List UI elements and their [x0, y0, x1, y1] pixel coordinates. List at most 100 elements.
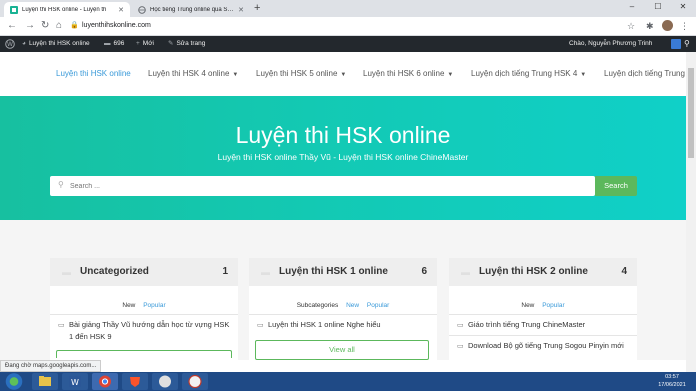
menu-item-hsk5[interactable]: Luyện thi HSK 5 online ▼ — [256, 69, 346, 78]
menu-label: Luyện thi HSK 5 online — [256, 69, 338, 78]
wordpress-logo-icon[interactable]: W — [5, 36, 15, 52]
word-icon[interactable]: W — [62, 373, 88, 390]
menu-item-luyen-thi-hsk-online[interactable]: Luyện thi HSK online — [56, 69, 131, 78]
app-icon[interactable] — [152, 373, 178, 390]
card-title[interactable]: Uncategorized — [80, 266, 149, 277]
comments-count: 696 — [113, 40, 125, 47]
category-grid: ▬ Uncategorized 1 New Popular ▭ Bài giản… — [0, 220, 686, 368]
tab-close-icon[interactable]: ✕ — [118, 6, 124, 14]
new-tab-button[interactable]: + — [254, 3, 260, 14]
search-input[interactable] — [70, 179, 570, 193]
page-scrollbar[interactable] — [686, 52, 696, 372]
wp-site-link[interactable]: ◕ Luyện thi HSK online — [22, 36, 90, 52]
chevron-down-icon: ▼ — [580, 72, 587, 78]
view-all-button[interactable]: View all — [255, 340, 429, 360]
tab-popular[interactable]: Popular — [143, 302, 165, 309]
reload-icon[interactable]: ↻ — [41, 19, 49, 33]
list-item[interactable]: ▭ Luyện thi HSK 1 online Nghe hiểu — [257, 319, 433, 331]
folder-outline-icon: ▭ — [257, 322, 264, 329]
minimize-button[interactable]: – — [621, 0, 643, 14]
search-button[interactable]: Search — [595, 176, 637, 196]
maximize-button[interactable]: ☐ — [647, 0, 669, 14]
list-item-text: Giáo trình tiếng Trung ChineMaster — [468, 320, 586, 329]
search-box: ⚲ — [50, 176, 595, 196]
forward-arrow-icon[interactable]: → — [25, 19, 35, 33]
category-card-uncategorized: ▬ Uncategorized 1 New Popular ▭ Bài giản… — [50, 258, 238, 368]
document-icon: ▭ — [58, 322, 65, 329]
url-text: luyenthihskonline.com — [82, 22, 151, 29]
menu-item-dich-tieng-trung[interactable]: Luyện dịch tiếng Trung — [604, 69, 685, 78]
menu-item-hsk4[interactable]: Luyện thi HSK 4 online ▼ — [148, 69, 238, 78]
tab-luyen-thi-hsk[interactable]: Luyện thi HSK online - Luyện th ✕ — [4, 2, 130, 17]
scrollbar-thumb[interactable] — [688, 68, 694, 158]
browser-toolbar: ← → ↻ ⌂ 🔒 luyenthihskonline.com ☆ ✱ ⋮ — [0, 17, 696, 36]
tab-title: Luyện thi HSK online - Luyện th — [22, 6, 107, 13]
tab-new[interactable]: New — [521, 302, 534, 309]
windows-taskbar: W 03:57 17/06/2021 — [0, 372, 696, 391]
extensions-icon[interactable]: ✱ — [646, 20, 654, 32]
tab-close-icon[interactable]: ✕ — [238, 6, 244, 14]
menu-item-dich-hsk4[interactable]: Luyện dịch tiếng Trung HSK 4 ▼ — [471, 69, 586, 78]
wp-greeting[interactable]: Chào, Nguyễn Phương Trinh — [569, 36, 652, 52]
brave-icon[interactable] — [122, 373, 148, 390]
address-bar[interactable]: 🔒 luyenthihskonline.com — [68, 19, 628, 33]
list-item-text: Luyện thi HSK 1 online Nghe hiểu — [268, 320, 381, 329]
menu-dots-icon[interactable]: ⋮ — [680, 20, 689, 32]
tab-popular[interactable]: Popular — [367, 302, 389, 309]
card-header: ▬ Luyện thi HSK 1 online 6 — [249, 258, 437, 286]
card-tabs: Subcategories New Popular — [249, 302, 437, 309]
profile-avatar[interactable] — [662, 20, 673, 31]
wp-comments-link[interactable]: ▬ 696 — [104, 36, 124, 52]
document-icon: ▭ — [457, 343, 464, 350]
close-window-button[interactable]: ✕ — [672, 0, 694, 14]
document-icon: ▭ — [457, 322, 464, 329]
category-card-hsk2: ▬ Luyện thi HSK 2 online 4 New Popular ▭… — [449, 258, 637, 368]
card-count: 4 — [621, 266, 627, 277]
site-favicon-icon — [10, 5, 18, 14]
card-title[interactable]: Luyện thi HSK 2 online — [479, 266, 588, 277]
card-count: 6 — [421, 266, 427, 277]
pencil-icon: ✎ — [168, 40, 174, 47]
tab-subcategories[interactable]: Subcategories — [297, 302, 339, 309]
list-item-text: Bài giảng Thầy Vũ hướng dẫn học từ vựng … — [69, 320, 230, 341]
coccoc-icon[interactable] — [182, 373, 208, 390]
card-tabs: New Popular — [50, 302, 238, 309]
divider — [249, 314, 437, 315]
site-main-menu: Luyện thi HSK online Luyện thi HSK 4 onl… — [0, 52, 686, 96]
view-all-button-edge[interactable] — [56, 350, 232, 358]
menu-item-hsk6[interactable]: Luyện thi HSK 6 online ▼ — [363, 69, 453, 78]
menu-label: Luyện dịch tiếng Trung HSK 4 — [471, 69, 578, 78]
taskbar-clock[interactable]: 03:57 17/06/2021 — [650, 373, 694, 389]
browser-tab-bar: Luyện thi HSK online - Luyện th ✕ Học ti… — [0, 0, 696, 17]
list-item[interactable]: ▭ Download Bộ gõ tiếng Trung Sogou Pinyi… — [457, 340, 633, 352]
folder-icon: ▬ — [261, 267, 270, 277]
lock-icon: 🔒 — [70, 22, 79, 29]
tab-popular[interactable]: Popular — [542, 302, 564, 309]
divider — [449, 335, 637, 336]
file-explorer-icon[interactable] — [32, 373, 58, 390]
tab-new[interactable]: New — [346, 302, 359, 309]
tab-title: Học tiếng Trung online qua Skyp — [150, 6, 235, 13]
card-title[interactable]: Luyện thi HSK 1 online — [279, 266, 388, 277]
edit-label: Sửa trang — [176, 40, 206, 47]
wp-new-link[interactable]: + Mới — [136, 36, 154, 52]
clock-date: 17/06/2021 — [658, 382, 686, 388]
start-button[interactable] — [2, 373, 26, 390]
chevron-down-icon: ▼ — [232, 72, 239, 78]
wp-edit-page-link[interactable]: ✎ Sửa trang — [168, 36, 205, 52]
menu-label: Luyện thi HSK 4 online — [148, 69, 230, 78]
dashboard-icon: ◕ — [22, 40, 26, 47]
home-icon[interactable]: ⌂ — [56, 19, 62, 33]
site-title[interactable]: Luyện thi HSK online — [0, 122, 686, 149]
back-arrow-icon[interactable]: ← — [7, 19, 17, 33]
list-item[interactable]: ▭ Giáo trình tiếng Trung ChineMaster — [457, 319, 633, 331]
plus-icon: + — [136, 40, 140, 47]
list-item[interactable]: ▭ Bài giảng Thầy Vũ hướng dẫn học từ vựn… — [58, 319, 234, 343]
search-icon[interactable]: ⚲ — [684, 36, 690, 52]
tab-new[interactable]: New — [122, 302, 135, 309]
tab-hoc-tieng-trung[interactable]: Học tiếng Trung online qua Skyp ✕ — [132, 2, 250, 17]
chrome-icon[interactable] — [92, 373, 118, 390]
bookmark-star-icon[interactable]: ☆ — [627, 20, 635, 32]
svg-text:W: W — [7, 41, 13, 48]
wp-user-avatar[interactable] — [671, 39, 681, 49]
